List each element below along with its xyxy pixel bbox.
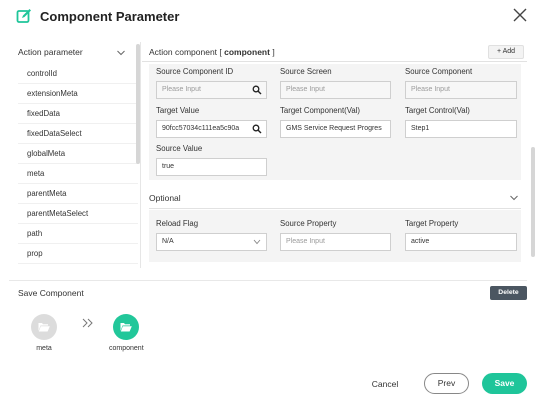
action-parameter-list: controlId extensionMeta fixedData fixedD…: [18, 64, 138, 264]
save-button[interactable]: Save: [482, 373, 527, 394]
target-value-input[interactable]: 90fcc57034c111ea5c90a: [156, 120, 267, 138]
parameter-item-controlid[interactable]: controlId: [18, 64, 138, 84]
chevron-down-icon[interactable]: [253, 239, 261, 245]
save-component-title: Save Component: [18, 288, 84, 298]
chevron-down-icon[interactable]: [509, 194, 519, 202]
optional-section-header[interactable]: Optional: [149, 187, 521, 209]
search-icon[interactable]: [252, 124, 262, 134]
source-screen-label: Source Screen: [280, 67, 332, 76]
parameter-item-extensionmeta[interactable]: extensionMeta: [18, 84, 138, 104]
parameter-item-fixeddataselect[interactable]: fixedDataSelect: [18, 124, 138, 144]
target-value-label: Target Value: [156, 106, 200, 115]
parameter-item-parentmetaselect[interactable]: parentMetaSelect: [18, 204, 138, 224]
chevron-down-icon[interactable]: [116, 48, 126, 58]
optional-fields-box: Reload Flag N/A Source Property Please I…: [149, 210, 521, 262]
target-property-label: Target Property: [405, 219, 459, 228]
source-component-id-label: Source Component ID: [156, 67, 234, 76]
target-control-val-label: Target Control(Val): [405, 106, 470, 115]
source-value-input[interactable]: true: [156, 158, 267, 176]
source-component-label: Source Component: [405, 67, 473, 76]
target-control-val-input[interactable]: Step1: [405, 120, 517, 138]
target-property-input[interactable]: active: [405, 233, 517, 251]
target-component-val-label: Target Component(Val): [280, 106, 361, 115]
node-component[interactable]: component: [109, 314, 144, 352]
prev-button[interactable]: Prev: [424, 373, 469, 394]
action-parameter-header[interactable]: Action parameter: [9, 42, 141, 64]
reload-flag-label: Reload Flag: [156, 219, 199, 228]
node-meta[interactable]: meta: [27, 314, 61, 352]
save-component-section: Save Component Delete meta component: [9, 280, 527, 361]
parameter-item-globalmeta[interactable]: globalMeta: [18, 144, 138, 164]
action-component-title: Action component [ component ]: [149, 47, 275, 57]
folder-open-icon: [120, 323, 132, 332]
parameter-item-path[interactable]: path: [18, 224, 138, 244]
right-panel-scrollbar[interactable]: [531, 147, 535, 257]
source-property-label: Source Property: [280, 219, 337, 228]
action-component-header: Action component [ component ] + Add: [142, 42, 527, 62]
folder-open-icon: [38, 323, 50, 332]
action-parameter-title: Action parameter: [18, 47, 83, 57]
left-panel-scrollbar[interactable]: [136, 44, 140, 164]
optional-label: Optional: [149, 193, 181, 203]
action-parameter-panel: Action parameter controlId extensionMeta…: [9, 42, 141, 268]
meta-node-circle[interactable]: [31, 314, 57, 340]
component-parameter-dialog: Component Parameter Action parameter con…: [0, 0, 547, 403]
component-node-circle[interactable]: [113, 314, 139, 340]
dialog-title: Component Parameter: [40, 9, 180, 24]
target-component-val-input[interactable]: GMS Service Request Progres: [280, 120, 391, 138]
source-component-id-input[interactable]: Please Input: [156, 81, 267, 99]
source-screen-input[interactable]: Please Input: [280, 81, 391, 99]
source-component-input[interactable]: Please Input: [405, 81, 517, 99]
source-property-input[interactable]: Please Input: [280, 233, 391, 251]
component-fields-box: Source Component ID Please Input Source …: [149, 64, 521, 180]
close-icon[interactable]: [512, 7, 528, 23]
parameter-item-parentmeta[interactable]: parentMeta: [18, 184, 138, 204]
edit-icon: [16, 9, 31, 23]
delete-button[interactable]: Delete: [490, 286, 527, 300]
meta-node-label: meta: [36, 345, 52, 352]
component-node-label: component: [109, 345, 144, 352]
search-icon[interactable]: [252, 85, 262, 95]
source-value-label: Source Value: [156, 144, 203, 153]
cancel-button[interactable]: Cancel: [362, 375, 408, 393]
reload-flag-select[interactable]: N/A: [156, 233, 267, 251]
add-button[interactable]: + Add: [488, 45, 524, 59]
parameter-item-meta[interactable]: meta: [18, 164, 138, 184]
action-component-panel: Action component [ component ] + Add Sou…: [142, 42, 535, 268]
parameter-item-fixeddata[interactable]: fixedData: [18, 104, 138, 124]
chevron-double-right-icon: [82, 318, 93, 328]
parameter-item-prop[interactable]: prop: [18, 244, 138, 264]
